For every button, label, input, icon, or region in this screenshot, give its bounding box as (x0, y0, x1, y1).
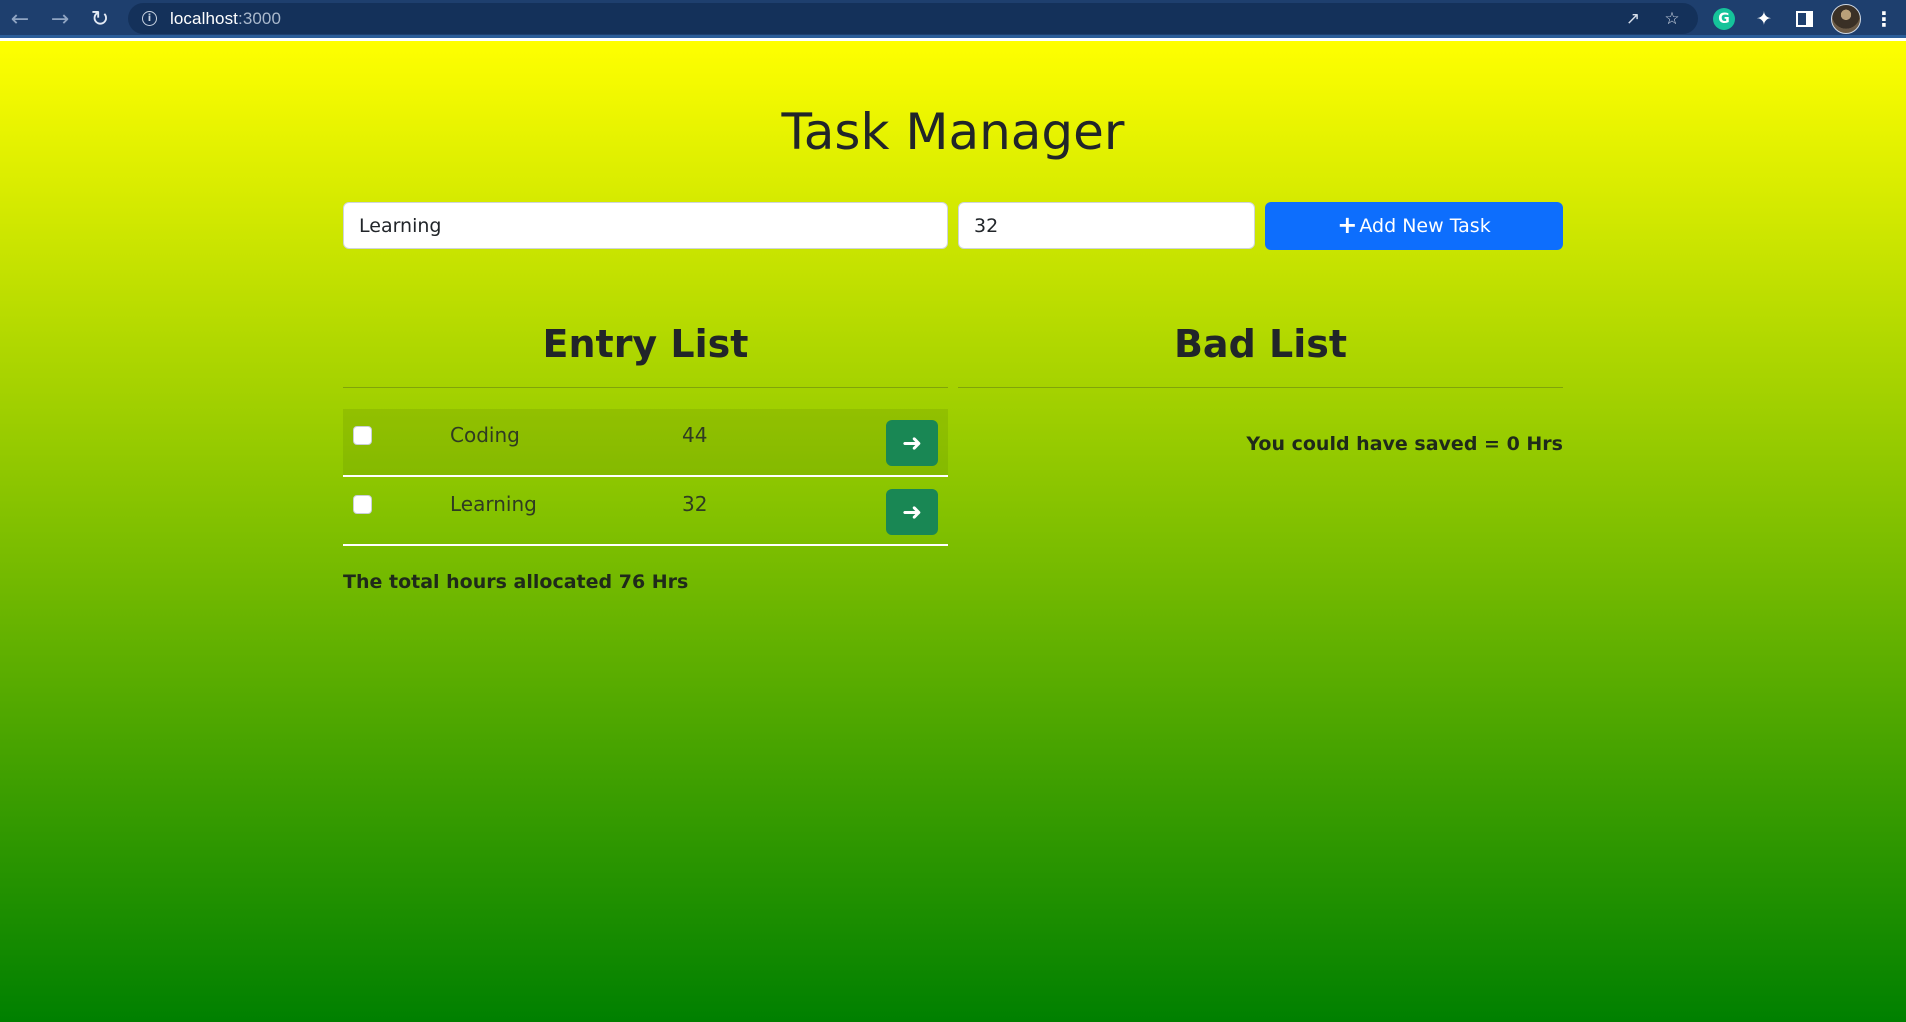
app-page: Task Manager + Add New Task Entry List B… (0, 41, 1906, 1022)
total-hours-text: The total hours allocated 76 Hrs (343, 571, 689, 593)
avatar[interactable] (1831, 4, 1861, 34)
bad-list-heading: Bad List (1173, 322, 1348, 366)
url-host: localhost (170, 9, 238, 28)
task-checkbox[interactable] (353, 495, 372, 514)
arrow-right-icon: ➜ (901, 429, 923, 457)
share-icon[interactable]: ↗ (1622, 8, 1644, 30)
task-hours-cell: 32 (682, 492, 708, 516)
url-port: :3000 (238, 9, 282, 28)
grammarly-icon[interactable]: G (1713, 8, 1735, 30)
back-arrow-icon[interactable]: ← (6, 6, 34, 34)
side-panel-icon[interactable] (1792, 7, 1816, 31)
arrow-right-icon: ➜ (901, 498, 923, 526)
plus-icon: + (1337, 211, 1358, 239)
table-row: Learning 32 ➜ (343, 478, 948, 546)
browser-toolbar: ← → ↻ i localhost:3000 ↗ ☆ G ✦ ⋮ (0, 0, 1906, 38)
task-checkbox[interactable] (353, 426, 372, 445)
star-icon[interactable]: ☆ (1661, 8, 1683, 30)
reload-icon[interactable]: ↻ (86, 6, 114, 34)
puzzle-icon[interactable]: ✦ (1752, 7, 1776, 31)
entry-list-heading: Entry List (542, 322, 749, 366)
more-vert-icon[interactable]: ⋮ (1872, 7, 1896, 31)
task-name-cell: Learning (450, 492, 537, 516)
info-icon[interactable]: i (142, 11, 157, 26)
table-row: Coding 44 ➜ (343, 409, 948, 477)
add-task-label: Add New Task (1359, 215, 1491, 237)
task-hours-cell: 44 (682, 423, 708, 447)
forward-arrow-icon[interactable]: → (46, 6, 74, 34)
bad-list-divider (958, 387, 1563, 388)
task-name-cell: Coding (450, 423, 520, 447)
move-to-bad-list-button[interactable]: ➜ (886, 489, 938, 535)
url-text[interactable]: localhost:3000 (170, 9, 281, 29)
task-hours-input[interactable] (958, 202, 1255, 249)
saved-hours-text: You could have saved = 0 Hrs (1246, 433, 1563, 455)
entry-list-divider (343, 387, 948, 388)
address-bar[interactable]: i localhost:3000 ↗ ☆ (128, 3, 1698, 34)
page-title: Task Manager (781, 103, 1125, 161)
task-name-input[interactable] (343, 202, 948, 249)
add-task-button[interactable]: + Add New Task (1265, 202, 1563, 250)
move-to-bad-list-button[interactable]: ➜ (886, 420, 938, 466)
